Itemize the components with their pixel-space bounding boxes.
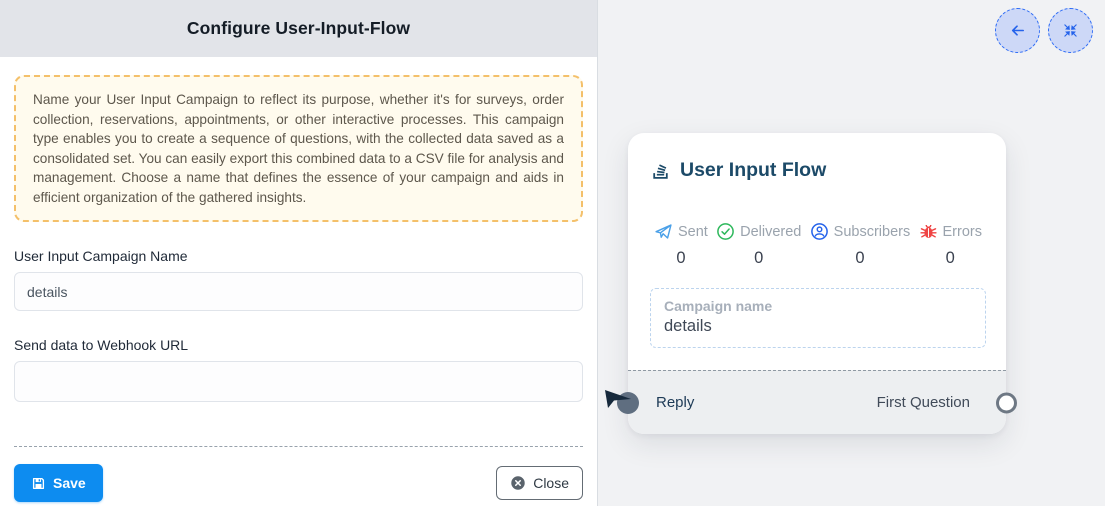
node-stats: Sent 0 Delivered 0 (650, 222, 986, 268)
close-circle-icon (510, 475, 526, 491)
stat-delivered-label: Delivered (740, 224, 801, 240)
floppy-disk-icon (31, 476, 46, 491)
arrow-left-icon (1008, 21, 1027, 40)
page-title: Configure User-Input-Flow (187, 18, 410, 39)
save-button[interactable]: Save (14, 464, 103, 502)
stat-delivered-value: 0 (754, 249, 763, 268)
stat-subscribers-label: Subscribers (834, 224, 911, 240)
stat-subscribers: Subscribers 0 (810, 222, 911, 268)
reply-connection-handle[interactable] (617, 392, 639, 414)
close-button[interactable]: Close (496, 466, 583, 500)
campaign-name-display: Campaign name details (650, 288, 986, 348)
form-actions: Save Close (14, 464, 583, 502)
panel-header: Configure User-Input-Flow (0, 0, 597, 57)
stat-errors-label: Errors (943, 224, 982, 240)
back-button[interactable] (995, 8, 1040, 53)
webhook-url-input[interactable] (14, 361, 583, 402)
stat-sent: Sent 0 (654, 222, 708, 268)
compress-icon (1063, 23, 1078, 38)
bug-icon (919, 222, 938, 241)
close-button-label: Close (533, 475, 569, 491)
stat-sent-label: Sent (678, 224, 708, 240)
save-button-label: Save (53, 475, 86, 491)
campaign-name-display-value: details (664, 317, 972, 336)
paper-plane-icon (654, 222, 673, 241)
first-question-label: First Question (877, 394, 970, 411)
webhook-url-label: Send data to Webhook URL (14, 337, 583, 353)
campaign-name-label: User Input Campaign Name (14, 248, 583, 264)
user-circle-icon (810, 222, 829, 241)
stat-delivered: Delivered 0 (716, 222, 801, 268)
canvas-controls (995, 8, 1093, 53)
fit-view-button[interactable] (1048, 8, 1093, 53)
campaign-name-display-label: Campaign name (664, 298, 972, 314)
stat-sent-value: 0 (676, 249, 685, 268)
stat-errors: Errors 0 (919, 222, 982, 268)
flow-canvas[interactable]: User Input Flow Sent 0 (597, 0, 1105, 506)
stack-icon (650, 160, 671, 181)
check-circle-icon (716, 222, 735, 241)
node-footer: Reply First Question (628, 370, 1006, 434)
node-title-row: User Input Flow (650, 159, 986, 182)
node-body: User Input Flow Sent 0 (628, 133, 1006, 348)
stat-subscribers-value: 0 (855, 249, 864, 268)
campaign-description-alert: Name your User Input Campaign to reflect… (14, 75, 583, 222)
panel-body: Name your User Input Campaign to reflect… (0, 57, 597, 506)
stat-errors-value: 0 (946, 249, 955, 268)
campaign-name-input[interactable] (14, 272, 583, 311)
first-question-connection-handle[interactable] (996, 392, 1017, 413)
configure-panel: Configure User-Input-Flow Name your User… (0, 0, 597, 506)
footer-divider (14, 446, 583, 447)
node-title: User Input Flow (680, 159, 826, 182)
user-input-flow-node[interactable]: User Input Flow Sent 0 (628, 133, 1006, 434)
reply-label: Reply (656, 394, 694, 411)
